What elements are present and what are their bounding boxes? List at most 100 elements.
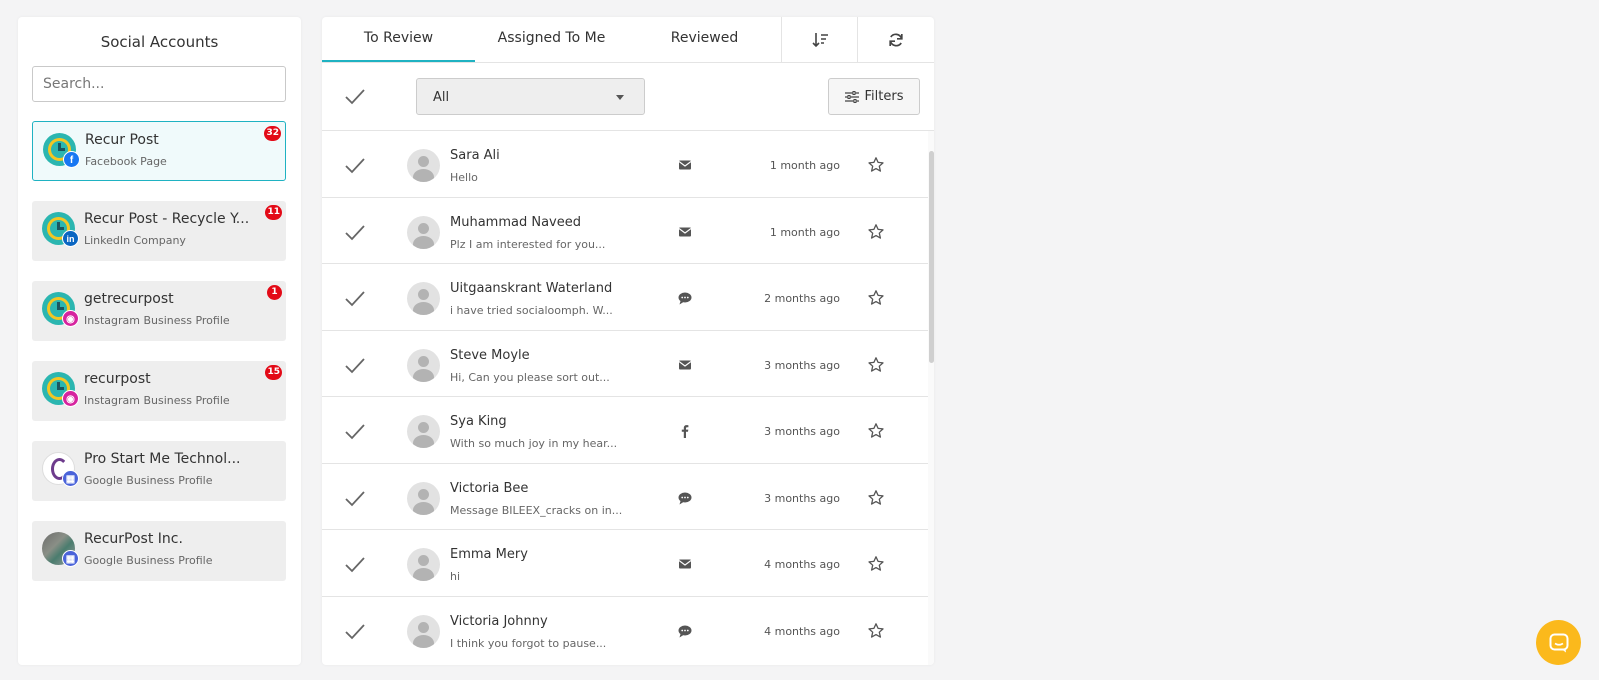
envelope-icon bbox=[678, 160, 692, 170]
instagram-icon: ◉ bbox=[62, 390, 79, 407]
message-preview: Hello bbox=[450, 171, 478, 184]
google-business-icon: ▦ bbox=[62, 470, 79, 487]
account-item[interactable]: ◉ getrecurpost Instagram Business Profil… bbox=[32, 281, 286, 341]
mark-reviewed-check-icon[interactable] bbox=[344, 355, 366, 377]
user-avatar bbox=[407, 282, 440, 315]
message-time: 4 months ago bbox=[764, 558, 840, 571]
inbox-tabs: To Review Assigned To Me Reviewed bbox=[322, 17, 934, 63]
message-preview: With so much joy in my hear... bbox=[450, 437, 618, 450]
account-type: Instagram Business Profile bbox=[84, 314, 230, 327]
star-icon[interactable] bbox=[867, 555, 885, 573]
message-time: 1 month ago bbox=[769, 159, 840, 172]
star-icon[interactable] bbox=[867, 422, 885, 440]
message-preview: I think you forgot to pause... bbox=[450, 636, 607, 650]
mark-reviewed-check-icon[interactable] bbox=[344, 155, 366, 177]
sliders-icon bbox=[844, 90, 859, 103]
message-time: 4 months ago bbox=[764, 624, 840, 638]
account-item[interactable]: in Recur Post - Recycle Y... LinkedIn Co… bbox=[32, 201, 286, 261]
user-avatar bbox=[407, 614, 440, 648]
user-avatar bbox=[407, 215, 440, 249]
message-preview: Hi, Can you please sort out... bbox=[450, 370, 610, 384]
account-type: LinkedIn Company bbox=[84, 234, 186, 247]
filters-button[interactable]: Filters bbox=[828, 78, 920, 115]
social-accounts-panel: Social Accounts f Recur Post Facebook Pa… bbox=[18, 17, 301, 665]
account-item[interactable]: f Recur Post Facebook Page 32 bbox=[32, 121, 286, 181]
mark-reviewed-check-icon[interactable] bbox=[344, 421, 366, 443]
sort-button[interactable] bbox=[781, 17, 857, 62]
user-avatar bbox=[407, 548, 440, 581]
message-row[interactable]: Victoria Bee Message BILEEX_cracks on in… bbox=[322, 464, 928, 530]
scrollbar-thumb[interactable] bbox=[929, 151, 934, 363]
sender-name: Uitgaanskrant Waterland bbox=[450, 281, 613, 296]
tab-reviewed[interactable]: Reviewed bbox=[628, 17, 781, 62]
message-time: 3 months ago bbox=[764, 358, 840, 372]
star-icon[interactable] bbox=[867, 489, 885, 507]
star-icon[interactable] bbox=[867, 356, 885, 374]
account-type: Google Business Profile bbox=[84, 474, 213, 487]
inbox-panel: To Review Assigned To Me Reviewed All Fi… bbox=[322, 17, 934, 665]
message-row[interactable]: Uitgaanskrant Waterland i have tried soc… bbox=[322, 264, 928, 331]
unread-count-badge: 1 bbox=[267, 285, 282, 300]
caret-down-icon bbox=[616, 95, 624, 100]
user-avatar bbox=[407, 415, 440, 448]
envelope-icon bbox=[678, 360, 692, 369]
star-icon[interactable] bbox=[867, 223, 885, 241]
mark-reviewed-check-icon[interactable] bbox=[344, 488, 366, 510]
comment-icon bbox=[678, 492, 692, 504]
refresh-button[interactable] bbox=[857, 17, 933, 62]
message-type-select[interactable]: All bbox=[416, 78, 645, 115]
star-icon[interactable] bbox=[867, 622, 885, 640]
envelope-icon bbox=[678, 559, 692, 569]
sender-name: Victoria Bee bbox=[450, 480, 529, 496]
tab-to-review[interactable]: To Review bbox=[322, 17, 475, 62]
sender-name: Sya King bbox=[450, 414, 507, 429]
mark-reviewed-check-icon[interactable] bbox=[344, 554, 366, 576]
message-preview: hi bbox=[450, 570, 461, 583]
list-scrollbar[interactable] bbox=[928, 131, 934, 665]
panel-title: Social Accounts bbox=[100, 33, 219, 51]
star-icon[interactable] bbox=[867, 156, 885, 174]
facebook-icon: f bbox=[63, 151, 80, 168]
account-item[interactable]: ▦ Pro Start Me Technol... Google Busines… bbox=[32, 441, 286, 501]
unread-count-badge: 11 bbox=[265, 205, 282, 220]
message-list: Sara Ali Hello 1 month ago Muhammad Nave… bbox=[322, 131, 928, 665]
filters-label: Filters bbox=[864, 89, 904, 104]
account-name: Recur Post - Recycle Y... bbox=[84, 211, 250, 227]
message-preview: i have tried socialoomph. W... bbox=[450, 304, 613, 317]
message-time: 3 months ago bbox=[764, 425, 840, 438]
message-row[interactable]: Steve Moyle Hi, Can you please sort out.… bbox=[322, 331, 928, 397]
sort-descending-icon bbox=[811, 32, 828, 47]
sender-name: Victoria Johnny bbox=[450, 613, 548, 629]
message-row[interactable]: Muhammad Naveed Plz I am interested for … bbox=[322, 198, 928, 264]
unread-count-badge: 32 bbox=[264, 126, 281, 141]
message-row[interactable]: Emma Mery hi 4 months ago bbox=[322, 530, 928, 597]
message-row[interactable]: Sya King With so much joy in my hear... … bbox=[322, 397, 928, 464]
comment-icon bbox=[678, 292, 692, 305]
account-name: recurpost bbox=[84, 371, 151, 387]
mark-reviewed-check-icon[interactable] bbox=[344, 621, 366, 643]
sender-name: Steve Moyle bbox=[450, 347, 530, 363]
account-name: getrecurpost bbox=[84, 291, 174, 307]
search-input[interactable] bbox=[32, 66, 286, 102]
account-type: Google Business Profile bbox=[84, 554, 213, 567]
mark-reviewed-check-icon[interactable] bbox=[344, 222, 366, 244]
mark-all-reviewed-check-icon[interactable] bbox=[344, 86, 366, 108]
envelope-icon bbox=[678, 227, 692, 236]
user-avatar bbox=[407, 348, 440, 382]
account-name: RecurPost Inc. bbox=[84, 531, 183, 547]
message-time: 3 months ago bbox=[764, 491, 840, 505]
message-row[interactable]: Victoria Johnny I think you forgot to pa… bbox=[322, 597, 928, 664]
star-icon[interactable] bbox=[867, 289, 885, 307]
comment-icon bbox=[678, 625, 692, 637]
user-avatar bbox=[407, 481, 440, 515]
mark-reviewed-check-icon[interactable] bbox=[344, 288, 366, 310]
account-item[interactable]: ◉ recurpost Instagram Business Profile 1… bbox=[32, 361, 286, 421]
message-row[interactable]: Sara Ali Hello 1 month ago bbox=[322, 131, 928, 198]
tab-assigned-to-me[interactable]: Assigned To Me bbox=[475, 17, 628, 62]
chat-launcher-button[interactable] bbox=[1536, 620, 1581, 665]
select-value: All bbox=[433, 90, 450, 105]
chat-bubble-icon bbox=[1549, 633, 1568, 652]
account-item[interactable]: ▦ RecurPost Inc. Google Business Profile bbox=[32, 521, 286, 581]
account-name: Pro Start Me Technol... bbox=[84, 451, 241, 467]
message-preview: Message BILEEX_cracks on in... bbox=[450, 503, 623, 517]
